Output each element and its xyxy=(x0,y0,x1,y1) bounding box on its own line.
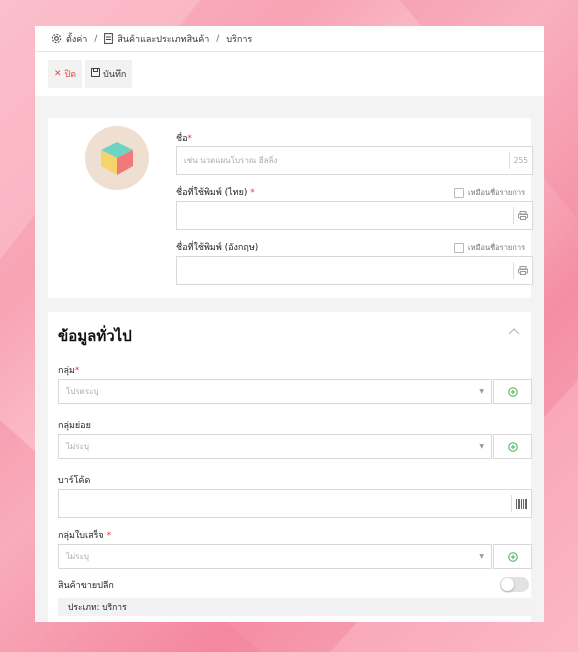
general-info-card: ข้อมูลทั่วไป กลุ่ม* โปรดระบุ ▼ กลุ่มย่อย… xyxy=(48,312,532,622)
print-name-th-field[interactable] xyxy=(176,201,533,230)
barcode-icon[interactable] xyxy=(511,495,531,512)
breadcrumb-separator: / xyxy=(94,33,98,44)
name-char-counter: 255 xyxy=(508,152,532,169)
printer-icon xyxy=(513,262,532,279)
receipt-group-select-value: ไม่ระบุ xyxy=(66,552,89,561)
breadcrumb-settings[interactable]: ตั้งค่า xyxy=(66,32,87,46)
caret-down-icon: ▼ xyxy=(479,443,484,450)
section-title: ข้อมูลทั่วไป xyxy=(58,327,132,345)
subgroup-select[interactable]: ไม่ระบุ ▼ xyxy=(58,434,492,459)
cube-icon xyxy=(101,142,133,175)
barcode-field[interactable] xyxy=(58,489,532,518)
receipt-group-select[interactable]: ไม่ระบุ ▼ xyxy=(58,544,492,569)
name-input[interactable] xyxy=(177,147,509,174)
save-button-label: บันทึก xyxy=(103,70,127,80)
breadcrumb-current: บริการ xyxy=(226,34,253,45)
retail-toggle[interactable] xyxy=(500,577,529,592)
gear-icon xyxy=(51,33,62,44)
same-as-name-th-checkbox[interactable]: เหมือนชื่อรายการ xyxy=(454,187,525,199)
checkbox-box[interactable] xyxy=(454,188,464,198)
subgroup-label: กลุ่มย่อย xyxy=(58,421,91,431)
add-group-button[interactable] xyxy=(493,379,532,404)
type-bar: ประเภท: บริการ xyxy=(58,598,531,616)
barcode-input[interactable] xyxy=(59,490,511,517)
print-name-th-label: ชื่อที่ใช้พิมพ์ (ไทย) * xyxy=(176,188,255,198)
plus-circle-icon xyxy=(507,386,518,397)
printer-icon xyxy=(513,207,532,224)
plus-circle-icon xyxy=(507,441,518,452)
save-icon xyxy=(91,68,101,80)
breadcrumb: ตั้งค่า / สินค้าและประเภทสินค้า / บริการ xyxy=(35,26,544,52)
add-receipt-group-button[interactable] xyxy=(493,544,532,569)
group-label: กลุ่ม* xyxy=(58,366,80,376)
breadcrumb-separator: / xyxy=(216,33,220,44)
print-name-th-input[interactable] xyxy=(177,202,513,229)
receipt-group-label: กลุ่มใบเสร็จ * xyxy=(58,531,112,541)
subgroup-select-value: ไม่ระบุ xyxy=(66,442,89,451)
add-subgroup-button[interactable] xyxy=(493,434,532,459)
product-form-window: ตั้งค่า / สินค้าและประเภทสินค้า / บริการ… xyxy=(35,26,544,622)
toolbar: ✕ ปิด บันทึก xyxy=(35,52,544,96)
checkbox-label: เหมือนชื่อรายการ xyxy=(468,188,526,197)
print-name-en-field[interactable] xyxy=(176,256,533,285)
print-name-en-label: ชื่อที่ใช้พิมพ์ (อังกฤษ) xyxy=(176,243,259,253)
type-text: ประเภท: บริการ xyxy=(68,603,127,613)
toggle-knob xyxy=(501,578,514,591)
name-card: ชื่อ* 255 ชื่อที่ใช้พิมพ์ (ไทย) * เหมือน… xyxy=(48,118,533,298)
checkbox-label: เหมือนชื่อรายการ xyxy=(468,243,526,252)
close-button[interactable]: ✕ ปิด xyxy=(48,60,83,88)
retail-label: สินค้าขายปลีก xyxy=(58,581,114,591)
caret-down-icon: ▼ xyxy=(479,553,484,560)
document-icon xyxy=(104,33,114,44)
group-select[interactable]: โปรดระบุ ▼ xyxy=(58,379,492,404)
name-field[interactable]: 255 xyxy=(176,146,533,175)
group-select-value: โปรดระบุ xyxy=(66,387,99,396)
name-label: ชื่อ* xyxy=(176,134,193,144)
same-as-name-en-checkbox[interactable]: เหมือนชื่อรายการ xyxy=(454,242,525,254)
close-icon: ✕ xyxy=(54,69,62,79)
print-name-en-input[interactable] xyxy=(177,257,513,284)
checkbox-box[interactable] xyxy=(454,243,464,253)
barcode-label: บาร์โค้ด xyxy=(58,476,91,486)
caret-down-icon: ▼ xyxy=(479,388,484,395)
save-button[interactable]: บันทึก xyxy=(85,60,133,88)
product-image[interactable] xyxy=(85,126,149,190)
breadcrumb-products[interactable]: สินค้าและประเภทสินค้า xyxy=(117,32,209,46)
chevron-up-icon[interactable] xyxy=(508,328,520,338)
plus-circle-icon xyxy=(507,551,518,562)
close-button-label: ปิด xyxy=(64,70,77,80)
